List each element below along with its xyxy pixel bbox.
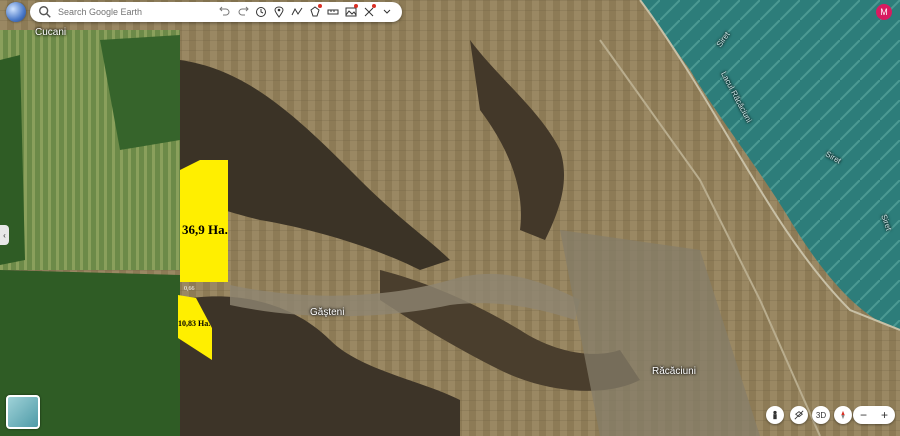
search-icon[interactable] — [38, 5, 52, 19]
redo-icon[interactable] — [234, 3, 252, 21]
three-d-button[interactable]: 3D — [812, 406, 830, 424]
zoom-controls: − + — [853, 406, 895, 424]
image-icon[interactable] — [342, 3, 360, 21]
zoom-out-button[interactable]: − — [860, 408, 867, 422]
measure-icon[interactable] — [360, 3, 378, 21]
pin-icon[interactable] — [270, 3, 288, 21]
place-label-racaciuni: Răcăciuni — [652, 366, 696, 377]
history-icon[interactable] — [252, 3, 270, 21]
place-label-gasteni: Găşteni — [310, 307, 345, 318]
path-icon[interactable] — [288, 3, 306, 21]
image-indicator-dot — [354, 4, 358, 8]
polygon-indicator-dot — [318, 4, 322, 8]
satellite-map[interactable] — [0, 0, 900, 436]
parcel-small-label: 10,83 Ha. — [178, 319, 211, 328]
undo-icon[interactable] — [216, 3, 234, 21]
search-input[interactable] — [56, 6, 170, 18]
measure-indicator-dot — [372, 4, 376, 8]
avatar[interactable]: M — [876, 4, 892, 20]
ruler-icon[interactable] — [324, 3, 342, 21]
hide-layers-icon[interactable] — [790, 406, 808, 424]
place-label-cucani: Cucani — [35, 27, 67, 38]
compass-icon[interactable] — [834, 406, 852, 424]
parcel-large[interactable] — [180, 160, 228, 282]
zoom-in-button[interactable]: + — [881, 408, 888, 422]
chevron-down-icon[interactable] — [378, 3, 396, 21]
earth-logo-icon[interactable] — [6, 2, 26, 22]
side-panel-toggle[interactable]: ‹ — [0, 225, 9, 245]
search-toolbar — [30, 2, 402, 22]
pegman-icon[interactable] — [766, 406, 784, 424]
polygon-icon[interactable] — [306, 3, 324, 21]
parcel-tiny-label: 0,66 — [184, 286, 195, 292]
parcel-large-label: 36,9 Ha. — [182, 222, 228, 237]
map-layers-button[interactable] — [6, 395, 40, 429]
